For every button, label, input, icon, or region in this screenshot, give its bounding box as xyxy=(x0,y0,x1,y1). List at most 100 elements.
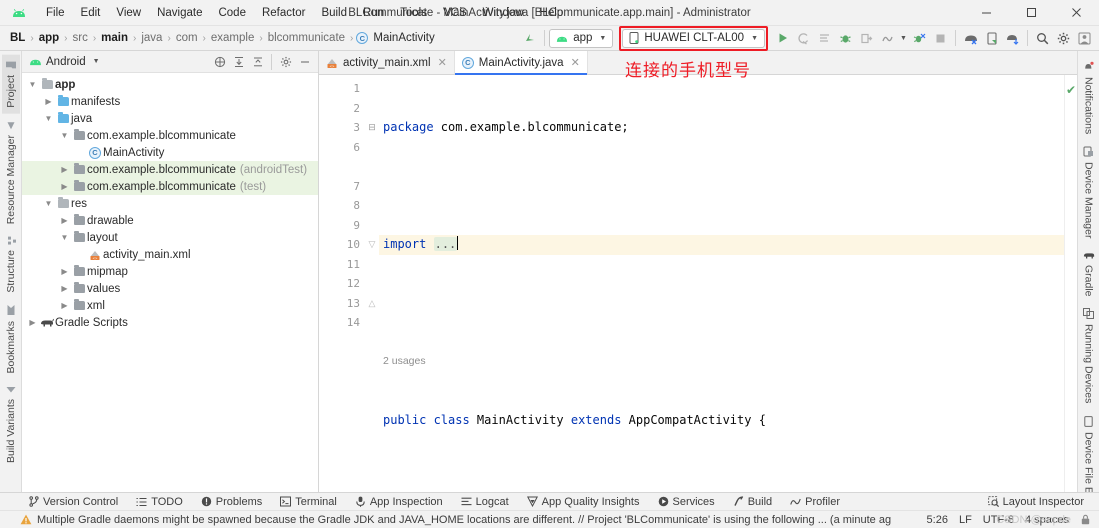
tree-node-package-test[interactable]: ▶ com.example.blcommunicate (test) xyxy=(22,178,318,195)
profile-icon[interactable] xyxy=(877,28,898,49)
search-everywhere-icon[interactable] xyxy=(1032,28,1053,49)
tree-node-package-androidtest[interactable]: ▶ com.example.blcommunicate (androidTest… xyxy=(22,161,318,178)
attach-debugger-icon[interactable] xyxy=(856,28,877,49)
read-only-lock-icon[interactable] xyxy=(1080,514,1091,525)
chevron-right-icon[interactable]: ▶ xyxy=(58,301,71,310)
maximize-button[interactable] xyxy=(1009,0,1054,26)
fold-imports-toggle-icon[interactable]: ⊟ xyxy=(365,118,379,138)
sidebar-item-project[interactable]: Project xyxy=(1,55,20,114)
tab-activity-main-xml[interactable]: <> activity_main.xml ✕ xyxy=(319,51,455,74)
breadcrumb-mainactivity[interactable]: MainActivity xyxy=(371,32,436,44)
sidebar-item-bookmarks[interactable]: Bookmarks xyxy=(2,299,20,380)
run-with-coverage-icon[interactable] xyxy=(793,28,814,49)
collapsed-imports[interactable]: ... xyxy=(433,237,458,251)
chevron-down-icon[interactable]: ▼ xyxy=(42,199,55,208)
tool-window-layout-inspector[interactable]: Layout Inspector xyxy=(979,493,1093,511)
tool-window-terminal[interactable]: Terminal xyxy=(271,493,346,511)
tool-window-todo[interactable]: TODO xyxy=(127,493,192,511)
stop-icon[interactable] xyxy=(930,28,951,49)
sdk-manager-icon[interactable] xyxy=(960,28,981,49)
chevron-right-icon[interactable]: ▶ xyxy=(26,318,39,327)
tab-mainactivity-java[interactable]: C MainActivity.java ✕ xyxy=(454,51,588,75)
menu-run[interactable]: Run xyxy=(355,4,392,22)
inspection-ok-check-icon[interactable]: ✔ xyxy=(1066,83,1076,97)
chevron-right-icon[interactable]: ▶ xyxy=(58,216,71,225)
close-icon[interactable]: ✕ xyxy=(571,56,580,69)
breadcrumb-blcommunicate[interactable]: blcommunicate xyxy=(266,32,347,44)
tree-node-values[interactable]: ▶ values xyxy=(22,280,318,297)
menu-navigate[interactable]: Navigate xyxy=(149,4,210,22)
chevron-down-icon[interactable]: ▼ xyxy=(58,233,71,242)
line-separator[interactable]: LF xyxy=(959,514,972,526)
menu-edit[interactable]: Edit xyxy=(73,4,109,22)
chevron-down-icon[interactable]: ▼ xyxy=(93,58,100,65)
tool-window-version-control[interactable]: Version Control xyxy=(20,493,127,511)
tree-node-layout[interactable]: ▼ layout xyxy=(22,229,318,246)
file-encoding[interactable]: UTF-8 xyxy=(983,514,1014,526)
project-view-selector-label[interactable]: Android xyxy=(46,56,86,68)
tool-window-logcat[interactable]: Logcat xyxy=(452,493,518,511)
status-message[interactable]: Multiple Gradle daemons might be spawned… xyxy=(37,514,891,526)
menu-view[interactable]: View xyxy=(108,4,149,22)
minimize-button[interactable] xyxy=(964,0,1009,26)
menu-file[interactable]: File xyxy=(38,4,73,22)
usages-inlay-hint[interactable]: 2 usages xyxy=(379,352,1064,372)
tree-node-gradle-scripts[interactable]: ▶ Gradle Scripts xyxy=(22,314,318,331)
tree-node-mainactivity[interactable]: C MainActivity xyxy=(22,144,318,161)
tree-node-manifests[interactable]: ▶ manifests xyxy=(22,93,318,110)
menu-vcs[interactable]: VCS xyxy=(435,4,475,22)
menu-refactor[interactable]: Refactor xyxy=(254,4,313,22)
chevron-right-icon[interactable]: ▶ xyxy=(58,165,71,174)
tree-node-drawable[interactable]: ▶ drawable xyxy=(22,212,318,229)
tool-window-app-quality-insights[interactable]: App Quality Insights xyxy=(518,493,649,511)
breadcrumb-src[interactable]: src xyxy=(70,32,89,44)
tree-node-app[interactable]: ▼ app xyxy=(22,76,318,93)
tool-window-app-inspection[interactable]: App Inspection xyxy=(346,493,452,511)
tree-node-res[interactable]: ▼ res xyxy=(22,195,318,212)
chevron-down-icon[interactable]: ▼ xyxy=(42,114,55,123)
collapse-all-icon[interactable] xyxy=(248,52,267,71)
profile-dropdown-icon[interactable]: ▼ xyxy=(898,28,909,49)
sidebar-item-running-devices[interactable]: Running Devices xyxy=(1080,302,1098,409)
breadcrumb-bl[interactable]: BL xyxy=(8,32,27,44)
breadcrumb-java[interactable]: java xyxy=(139,32,164,44)
breadcrumb-main[interactable]: main xyxy=(99,32,130,44)
run-dashboard-icon[interactable] xyxy=(814,28,835,49)
hide-panel-icon[interactable] xyxy=(295,52,314,71)
breadcrumb-app[interactable]: app xyxy=(37,32,61,44)
close-button[interactable] xyxy=(1054,0,1099,26)
menu-build[interactable]: Build xyxy=(313,4,355,22)
caret-position[interactable]: 5:26 xyxy=(927,514,948,526)
apply-changes-icon[interactable] xyxy=(909,28,930,49)
run-button-icon[interactable] xyxy=(772,28,793,49)
settings-gear-icon[interactable] xyxy=(276,52,295,71)
sidebar-item-notifications[interactable]: Notifications xyxy=(1080,55,1098,140)
tool-window-build[interactable]: Build xyxy=(724,493,781,511)
chevron-down-icon[interactable]: ▼ xyxy=(26,80,39,89)
chevron-down-icon[interactable]: ▼ xyxy=(58,131,71,140)
run-configuration-selector[interactable]: app ▼ xyxy=(549,28,614,48)
sidebar-item-gradle[interactable]: Gradle xyxy=(1080,245,1098,303)
sidebar-item-device-manager[interactable]: Device Manager xyxy=(1080,140,1098,244)
menu-help[interactable]: Help xyxy=(532,4,572,22)
menu-window[interactable]: Window xyxy=(475,4,532,22)
tree-node-package-main[interactable]: ▼ com.example.blcommunicate xyxy=(22,127,318,144)
menu-tools[interactable]: Tools xyxy=(392,4,435,22)
select-opened-file-icon[interactable] xyxy=(210,52,229,71)
device-manager-icon[interactable] xyxy=(981,28,1002,49)
tree-node-xml[interactable]: ▶ xml xyxy=(22,297,318,314)
indent-setting[interactable]: 4 spaces xyxy=(1025,514,1069,526)
tool-window-services[interactable]: Services xyxy=(649,493,724,511)
menu-code[interactable]: Code xyxy=(210,4,254,22)
sidebar-item-build-variants[interactable]: Build Variants xyxy=(2,379,20,469)
account-avatar-icon[interactable] xyxy=(1074,28,1095,49)
make-project-icon[interactable] xyxy=(519,28,540,49)
tree-node-java[interactable]: ▼ java xyxy=(22,110,318,127)
close-icon[interactable]: ✕ xyxy=(438,56,447,69)
device-selector[interactable]: HUAWEI CLT-AL00 ▼ xyxy=(622,28,765,48)
code-content[interactable]: package com.example.blcommunicate; impor… xyxy=(379,75,1064,492)
code-editor[interactable]: 1 2 3 6 7 8 9 10 11 12 13 14 ⊟ ▽ △ packa… xyxy=(319,75,1077,492)
debug-icon[interactable] xyxy=(835,28,856,49)
tool-window-problems[interactable]: Problems xyxy=(192,493,271,511)
chevron-right-icon[interactable]: ▶ xyxy=(42,97,55,106)
